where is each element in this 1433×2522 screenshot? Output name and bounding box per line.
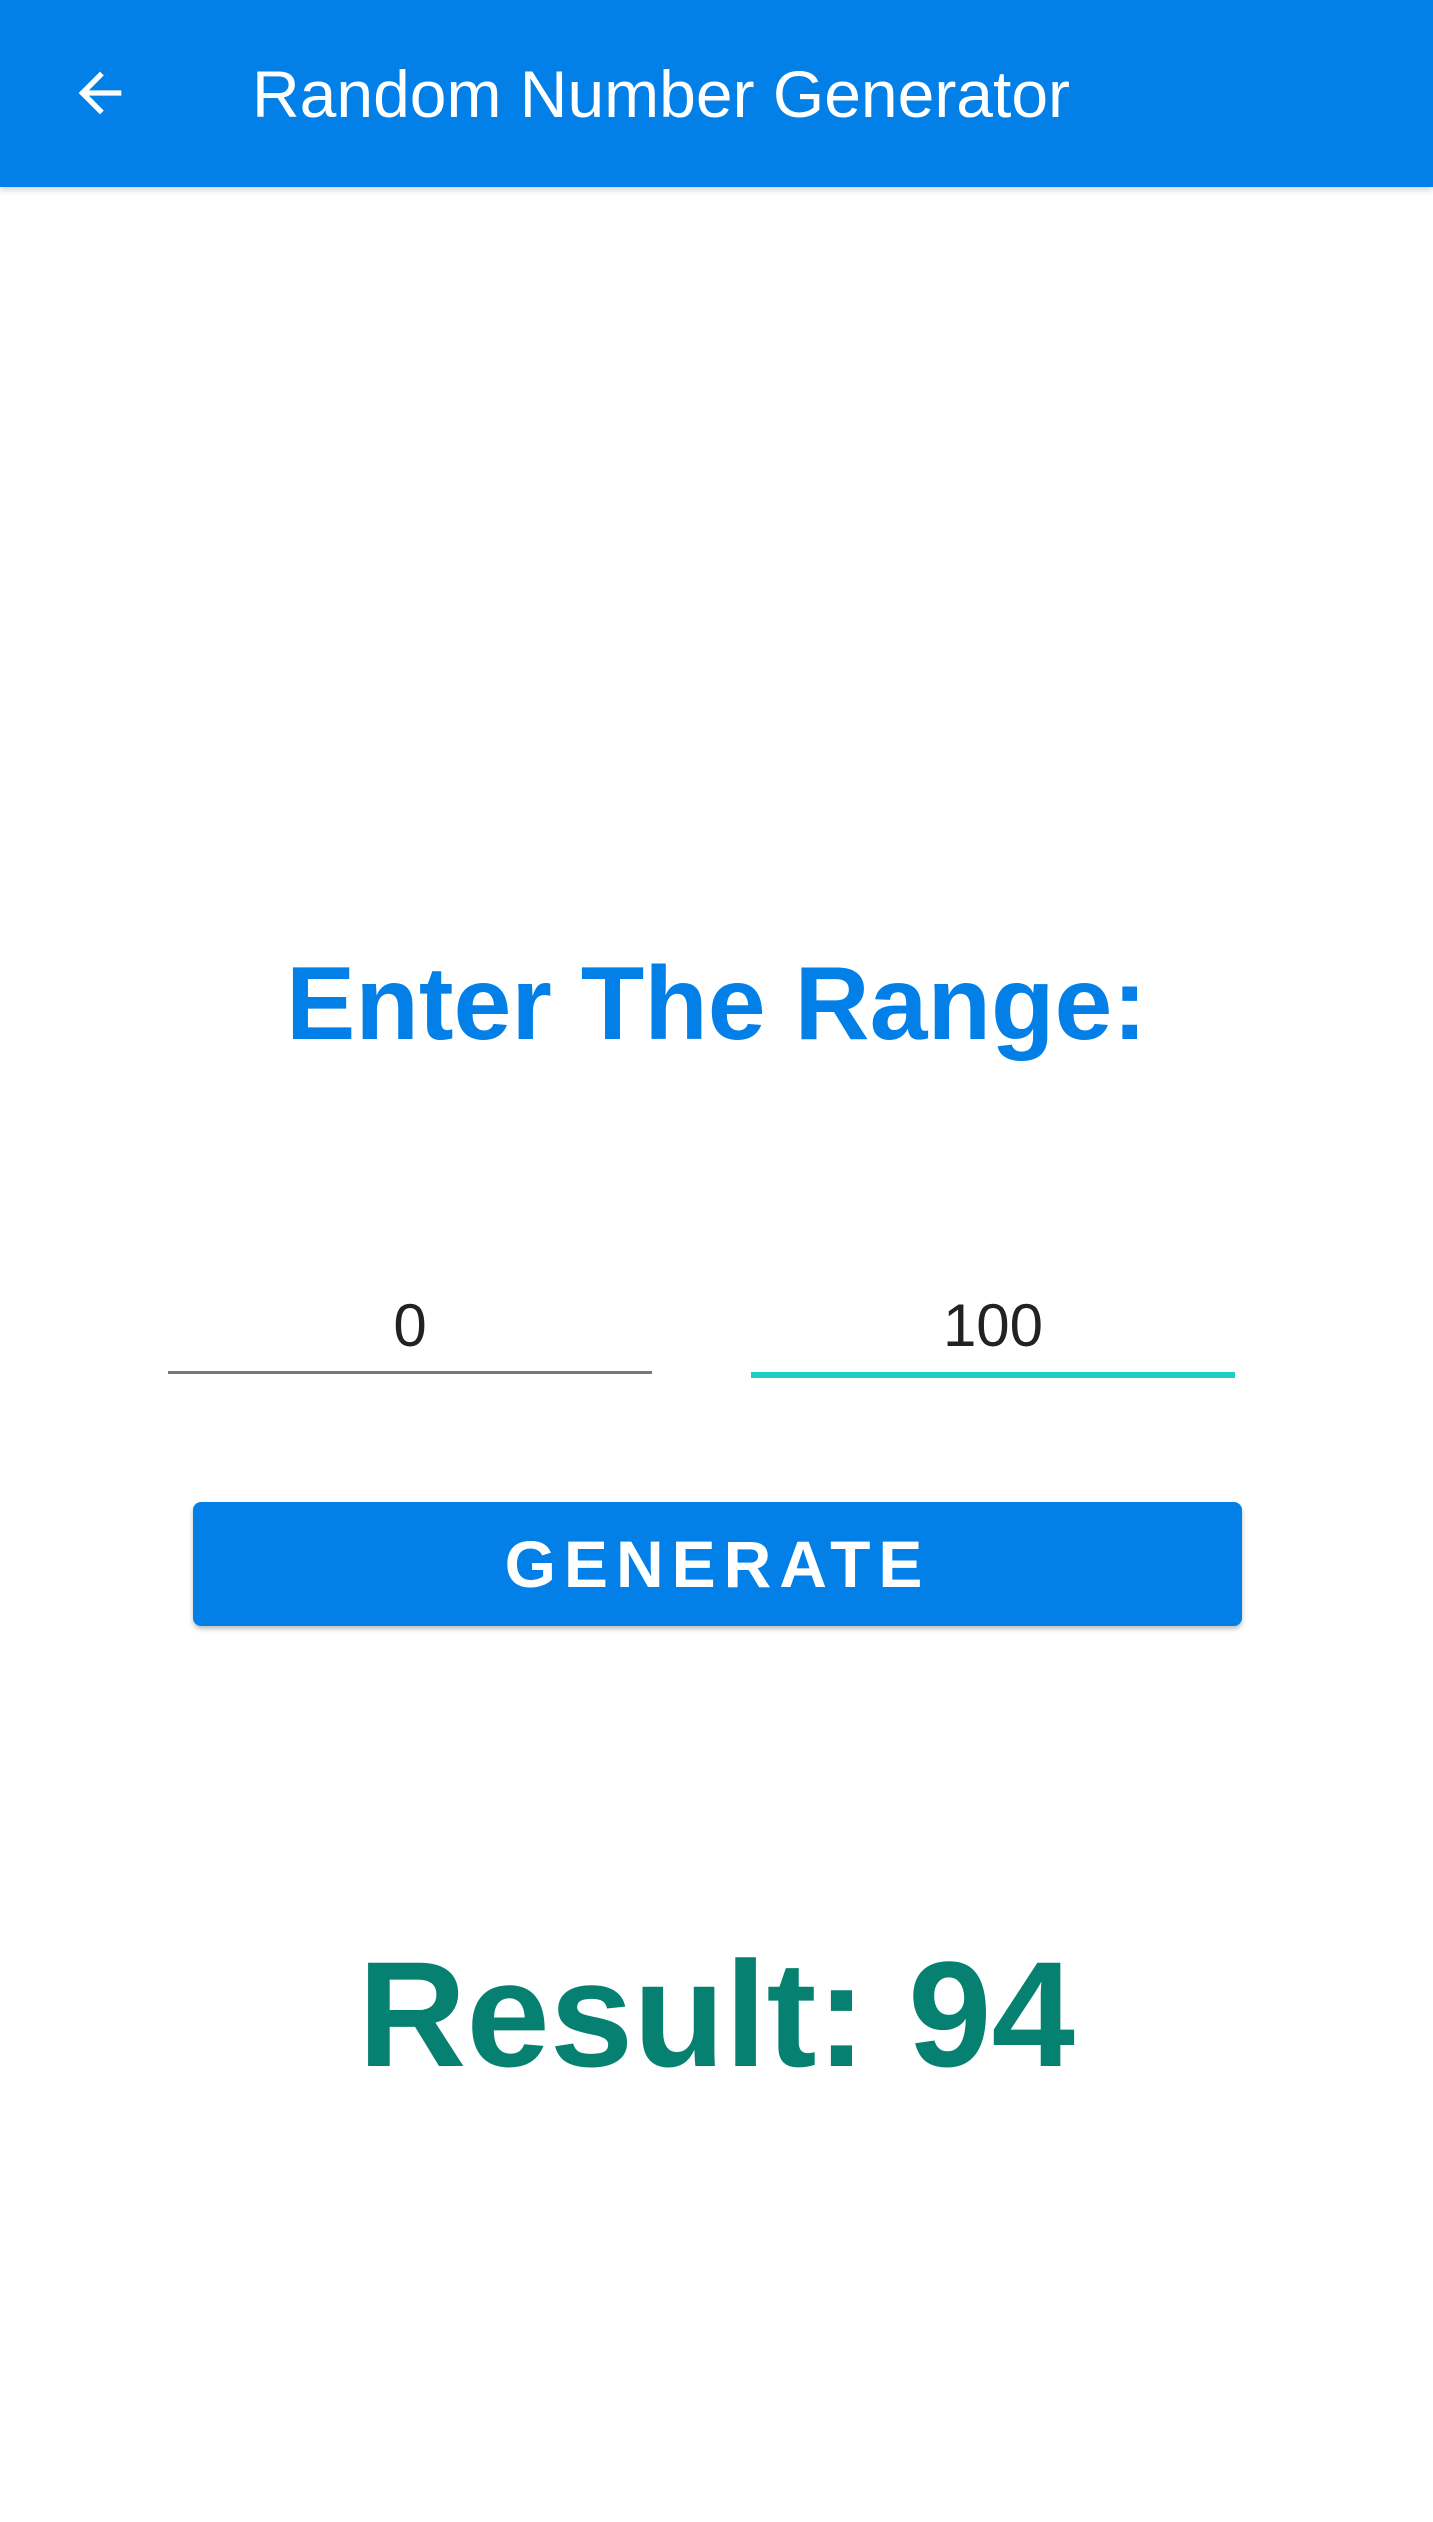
min-input-underline <box>168 1371 652 1374</box>
back-button[interactable] <box>52 45 148 141</box>
app-bar: Random Number Generator <box>0 0 1433 187</box>
max-input[interactable] <box>751 1282 1235 1368</box>
app-title: Random Number Generator <box>252 57 1071 131</box>
range-heading: Enter The Range: <box>286 946 1147 1062</box>
min-field <box>168 1282 652 1378</box>
max-field <box>751 1282 1235 1378</box>
result-text: Result: 94 <box>358 1930 1075 2098</box>
max-input-underline <box>751 1372 1235 1378</box>
arrow-left-icon <box>78 71 122 115</box>
min-input[interactable] <box>168 1282 652 1368</box>
generate-button[interactable]: GENERATE <box>193 1502 1242 1626</box>
